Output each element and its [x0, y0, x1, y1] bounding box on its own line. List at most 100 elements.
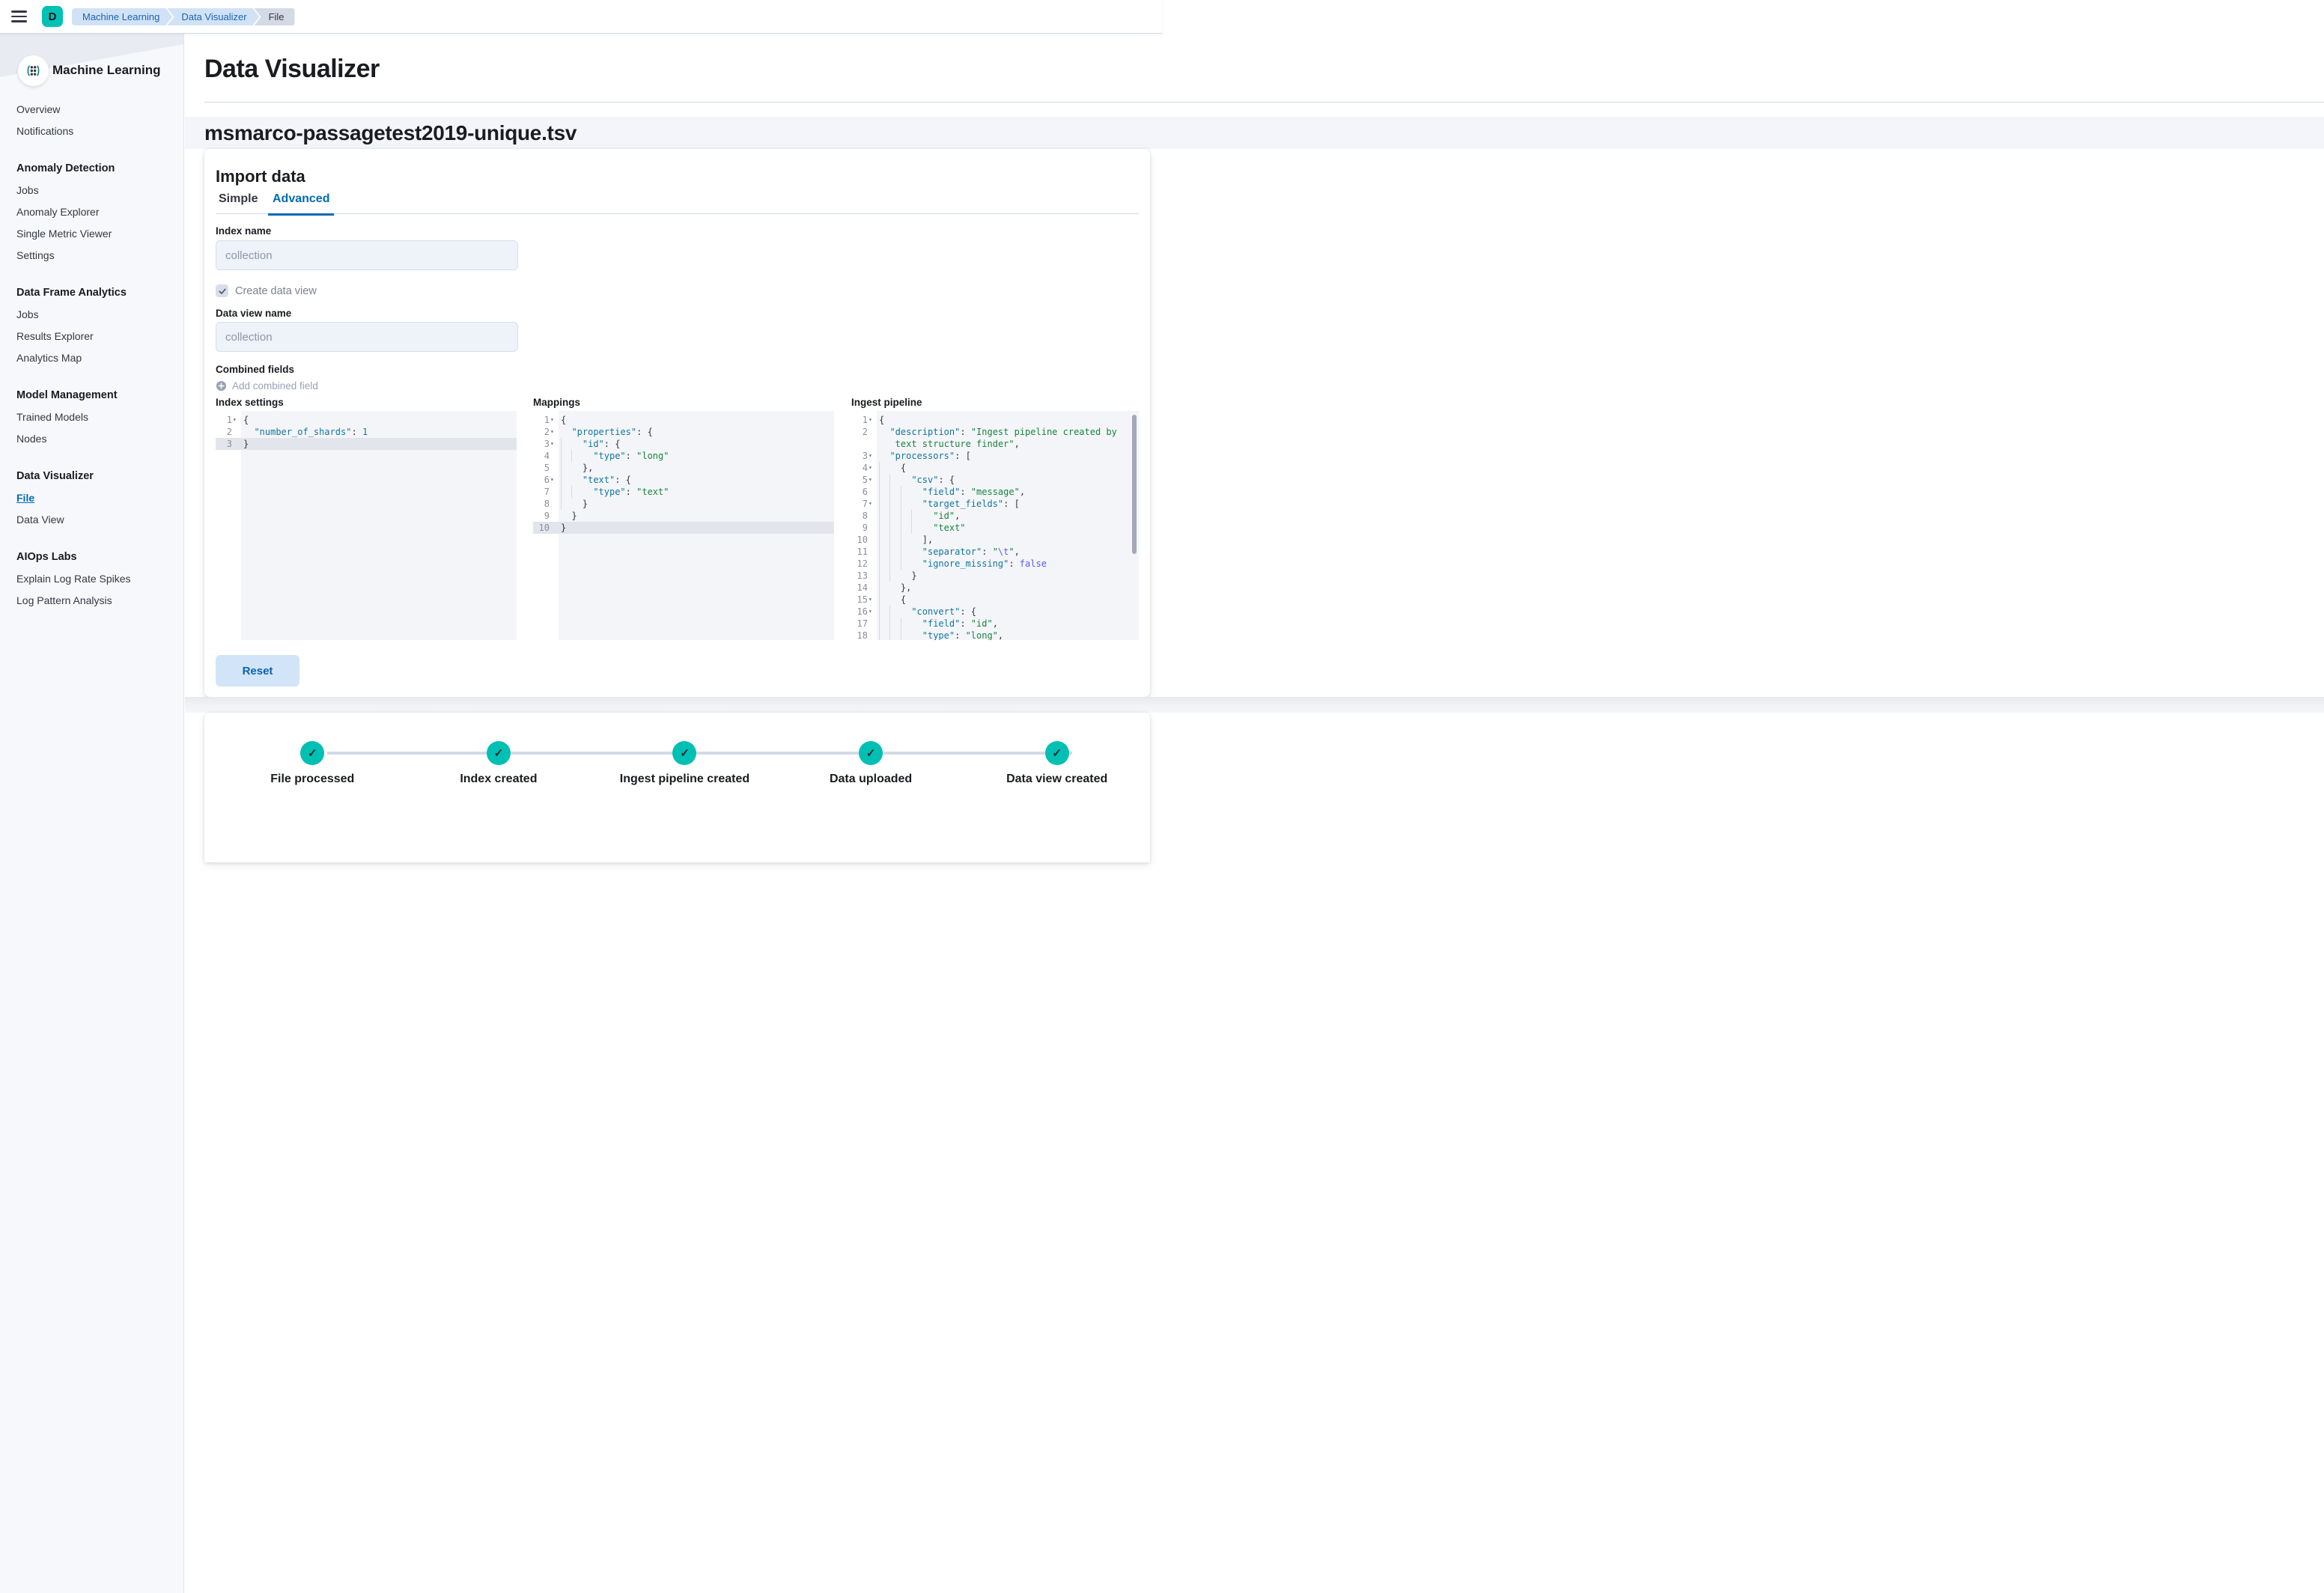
mappings-editor[interactable]: 1▾{2▾"properties": {3▾"id": {4"type": "l… — [533, 411, 834, 640]
step-data-view-created: ✓Data view created — [964, 713, 1150, 832]
space-avatar[interactable]: D — [42, 6, 63, 27]
sidebar-item-analytics-map[interactable]: Analytics Map — [16, 347, 183, 368]
index-name-input[interactable] — [216, 240, 518, 270]
sidebar-title: Machine Learning — [52, 63, 161, 78]
editor-scrollbar[interactable] — [1132, 415, 1137, 554]
code-line: 6▾"text": { — [533, 474, 834, 486]
index-settings-label: Index settings — [216, 397, 284, 408]
fold-arrow-icon[interactable]: ▾ — [868, 414, 877, 426]
import-tabs: Simple Advanced — [216, 192, 1139, 214]
code-line: 5}, — [533, 462, 834, 474]
step-data-uploaded: ✓ Data uploaded — [778, 713, 964, 832]
sidebar-item-single-metric-viewer[interactable]: Single Metric Viewer — [16, 222, 183, 244]
top-bar: D Machine LearningData VisualizerFile — [0, 0, 1162, 34]
code-line: 1▾{ — [216, 414, 517, 426]
main-content: Data Visualizer msmarco-passagetest2019-… — [185, 34, 2324, 1593]
sidebar-item-nodes[interactable]: Nodes — [16, 427, 183, 449]
sidebar-section-data-visualizer: Data Visualizer — [16, 465, 183, 487]
fold-arrow-icon[interactable]: ▾ — [868, 450, 877, 462]
breadcrumb: Machine LearningData VisualizerFile — [72, 8, 295, 25]
check-circle-icon: ✓ — [1045, 741, 1069, 765]
fold-arrow-icon[interactable]: ▾ — [550, 414, 559, 426]
code-line: 8} — [533, 498, 834, 510]
sidebar-item-trained-models[interactable]: Trained Models — [16, 406, 183, 427]
step-label: Data uploaded — [830, 773, 912, 786]
checkbox-checked-icon[interactable] — [216, 284, 228, 297]
page-title: Data Visualizer — [204, 55, 380, 84]
code-line: 18"type": "long", — [851, 630, 1139, 640]
sidebar-item-explain-log-rate-spikes[interactable]: Explain Log Rate Spikes — [16, 567, 183, 589]
ingest-pipeline-editor[interactable]: 1▾{2"description": "Ingest pipeline crea… — [851, 411, 1139, 640]
sidebar-item-jobs[interactable]: Jobs — [16, 179, 183, 201]
index-settings-editor[interactable]: 1▾{2"number_of_shards": 13} — [216, 411, 517, 640]
check-circle-icon: ✓ — [859, 741, 883, 765]
sidebar-section-anomaly-detection: Anomaly Detection — [16, 157, 183, 179]
fold-arrow-icon[interactable]: ▾ — [550, 438, 559, 450]
fold-arrow-icon[interactable]: ▾ — [868, 462, 877, 474]
sidebar-item-file[interactable]: File — [16, 487, 183, 508]
create-data-view-checkbox[interactable]: Create data view — [216, 284, 317, 297]
mappings-label: Mappings — [533, 397, 580, 408]
code-line: 7"type": "text" — [533, 486, 834, 498]
data-view-name-input[interactable] — [216, 322, 518, 352]
code-line: 13} — [851, 570, 1139, 582]
code-line: 8"id", — [851, 510, 1139, 522]
index-name-label: Index name — [216, 225, 271, 237]
check-circle-icon: ✓ — [487, 741, 511, 765]
divider — [204, 102, 2324, 103]
step-label: File processed — [270, 773, 354, 786]
add-combined-field-label: Add combined field — [232, 380, 318, 392]
add-combined-field-button[interactable]: Add combined field — [216, 380, 318, 392]
sidebar-item-notifications[interactable]: Notifications — [16, 120, 183, 141]
tab-simple[interactable]: Simple — [219, 192, 258, 214]
sidebar-section-data-frame-analytics: Data Frame Analytics — [16, 281, 183, 303]
code-line: 11"separator": "\t", — [851, 546, 1139, 558]
code-line: 3} — [216, 438, 517, 450]
code-line: 2"number_of_shards": 1 — [216, 426, 517, 438]
reset-button[interactable]: Reset — [216, 655, 299, 686]
sidebar-item-log-pattern-analysis[interactable]: Log Pattern Analysis — [16, 589, 183, 611]
fold-arrow-icon[interactable]: ▾ — [868, 474, 877, 486]
sidebar-item-jobs[interactable]: Jobs — [16, 303, 183, 325]
create-data-view-label: Create data view — [235, 285, 317, 297]
sidebar-section-model-management: Model Management — [16, 384, 183, 406]
code-line: 15▾{ — [851, 594, 1139, 606]
sidebar-item-anomaly-explorer[interactable]: Anomaly Explorer — [16, 201, 183, 222]
fold-arrow-icon[interactable]: ▾ — [868, 594, 877, 606]
code-line: 17"field": "id", — [851, 618, 1139, 630]
code-line: text structure finder", — [851, 438, 1139, 450]
breadcrumb-machine-learning[interactable]: Machine Learning — [72, 8, 172, 25]
sidebar-item-settings[interactable]: Settings — [16, 244, 183, 266]
breadcrumb-data-visualizer[interactable]: Data Visualizer — [167, 8, 259, 25]
sidebar-item-results-explorer[interactable]: Results Explorer — [16, 325, 183, 347]
fold-arrow-icon[interactable]: ▾ — [550, 474, 559, 486]
code-line: 4▾{ — [851, 462, 1139, 474]
sidebar: Machine Learning OverviewNotifications An… — [0, 34, 184, 1593]
code-line: 7▾"target_fields": [ — [851, 498, 1139, 510]
plus-circle-icon — [216, 380, 227, 392]
step-file-processed: ✓File processed — [219, 713, 406, 832]
file-name: msmarco-passagetest2019-unique.tsv — [204, 121, 577, 145]
code-line: 1▾{ — [851, 414, 1139, 426]
step-index-created: ✓Index created — [406, 713, 592, 832]
sidebar-item-data-view[interactable]: Data View — [16, 508, 183, 530]
fold-arrow-icon[interactable]: ▾ — [868, 606, 877, 618]
fold-arrow-icon[interactable]: ▾ — [232, 414, 241, 426]
code-line: 16▾"convert": { — [851, 606, 1139, 618]
combined-fields-label: Combined fields — [216, 364, 294, 375]
code-line: 4"type": "long" — [533, 450, 834, 462]
code-line: 10], — [851, 534, 1139, 546]
import-heading: Import data — [216, 167, 305, 186]
sidebar-item-overview[interactable]: Overview — [16, 98, 183, 120]
panel-gap — [185, 697, 2324, 713]
fold-arrow-icon[interactable]: ▾ — [868, 498, 877, 510]
fold-arrow-icon[interactable]: ▾ — [550, 426, 559, 438]
tab-advanced[interactable]: Advanced — [273, 192, 329, 214]
code-line: 3▾"processors": [ — [851, 450, 1139, 462]
breadcrumb-file: File — [255, 8, 295, 25]
file-name-header: msmarco-passagetest2019-unique.tsv — [185, 117, 2324, 149]
step-label: Ingest pipeline created — [620, 773, 749, 786]
machine-learning-app-icon — [18, 55, 49, 86]
check-circle-icon: ✓ — [672, 741, 696, 765]
menu-icon[interactable] — [11, 10, 27, 22]
